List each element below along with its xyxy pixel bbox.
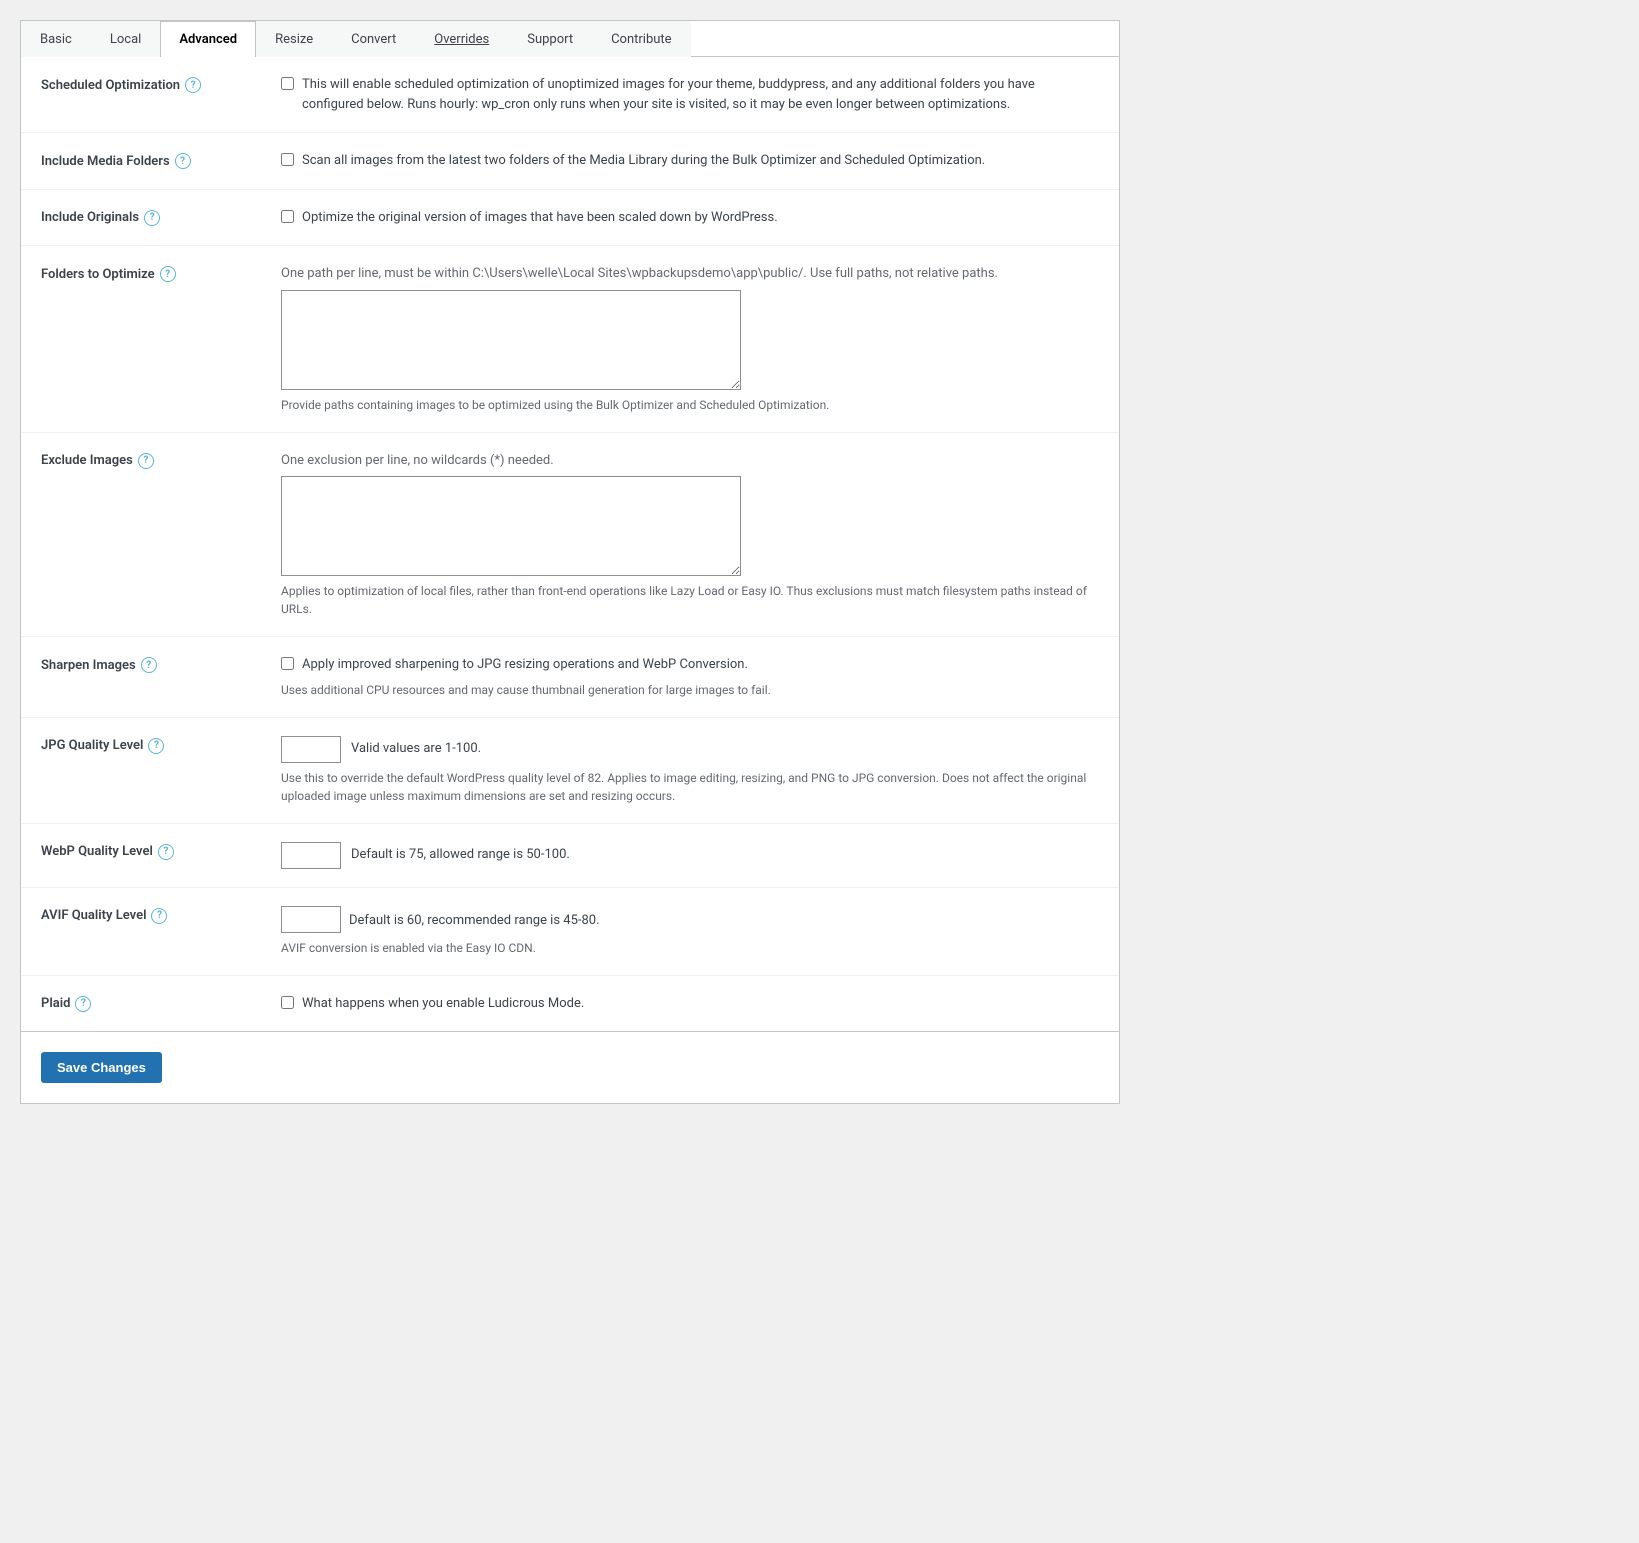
label-text-exclude-images: Exclude Images <box>41 453 133 468</box>
setting-row-exclude-images: Exclude Images? One exclusion per line, n… <box>21 433 1119 638</box>
tab-overrides[interactable]: Overrides <box>415 21 508 57</box>
settings-body: Scheduled Optimization? This will enable … <box>21 57 1119 1031</box>
label-text-include-originals: Include Originals <box>41 210 139 225</box>
setting-label-exclude-images: Exclude Images? <box>41 451 261 469</box>
help-icon-include-originals[interactable]: ? <box>144 210 160 226</box>
inline-desc-webp-quality-level: Default is 75, allowed range is 50-100. <box>351 845 570 865</box>
help-icon-folders-to-optimize[interactable]: ? <box>160 266 176 282</box>
setting-label-plaid: Plaid? <box>41 994 261 1012</box>
setting-label-avif-quality-level: AVIF Quality Level? <box>41 906 261 924</box>
checkbox-include-originals[interactable] <box>281 210 294 223</box>
setting-label-webp-quality-level: WebP Quality Level? <box>41 842 261 860</box>
checkbox-scheduled-optimization[interactable] <box>281 77 294 90</box>
desc-include-originals: Optimize the original version of images … <box>302 208 778 228</box>
path-hint-exclude-images: One exclusion per line, no wildcards (*)… <box>281 451 1099 471</box>
checkbox-include-media-folders[interactable] <box>281 153 294 166</box>
tab-advanced[interactable]: Advanced <box>160 21 256 57</box>
inline-row-jpg-quality-level: Valid values are 1-100. <box>281 736 1099 763</box>
setting-content-include-originals: Optimize the original version of images … <box>281 208 1099 228</box>
tab-support[interactable]: Support <box>508 21 592 57</box>
help-icon-scheduled-optimization[interactable]: ? <box>185 77 201 93</box>
setting-content-folders-to-optimize: One path per line, must be within C:\Use… <box>281 264 1099 414</box>
hint-sharpen-images: Uses additional CPU resources and may ca… <box>281 681 1099 699</box>
hint-folders-to-optimize: Provide paths containing images to be op… <box>281 396 1099 414</box>
help-icon-plaid[interactable]: ? <box>75 996 91 1012</box>
help-icon-avif-quality-level[interactable]: ? <box>151 908 167 924</box>
desc-scheduled-optimization: This will enable scheduled optimization … <box>302 75 1099 114</box>
hint-avif-quality-level: AVIF conversion is enabled via the Easy … <box>281 939 1099 957</box>
setting-row-avif-quality-level: AVIF Quality Level? Default is 60, recomm… <box>21 888 1119 976</box>
tab-contribute[interactable]: Contribute <box>592 21 691 57</box>
label-text-avif-quality-level: AVIF Quality Level <box>41 908 146 923</box>
tab-local[interactable]: Local <box>91 21 160 57</box>
checkbox-row-include-originals: Optimize the original version of images … <box>281 208 1099 228</box>
setting-label-include-media-folders: Include Media Folders? <box>41 151 261 169</box>
setting-label-folders-to-optimize: Folders to Optimize? <box>41 264 261 282</box>
input-avif-quality-level[interactable] <box>281 906 341 933</box>
input-jpg-quality-level[interactable] <box>281 736 341 763</box>
label-text-jpg-quality-level: JPG Quality Level <box>41 738 143 753</box>
inline-desc-jpg-quality-level: Valid values are 1-100. <box>351 739 481 759</box>
setting-label-sharpen-images: Sharpen Images? <box>41 655 261 673</box>
setting-content-sharpen-images: Apply improved sharpening to JPG resizin… <box>281 655 1099 699</box>
footer-row: Save Changes <box>21 1031 1119 1103</box>
inline-desc-avif-quality-level: Default is 60, recommended range is 45-8… <box>349 913 600 928</box>
checkbox-plaid[interactable] <box>281 996 294 1009</box>
setting-row-sharpen-images: Sharpen Images? Apply improved sharpening… <box>21 637 1119 718</box>
tabs-bar: BasicLocalAdvancedResizeConvertOverrides… <box>21 21 1119 57</box>
avif-wrap: Default is 60, recommended range is 45-8… <box>281 906 1099 933</box>
tab-resize[interactable]: Resize <box>256 21 332 57</box>
setting-content-avif-quality-level: Default is 60, recommended range is 45-8… <box>281 906 1099 957</box>
checkbox-sharpen-images[interactable] <box>281 657 294 670</box>
hint-exclude-images: Applies to optimization of local files, … <box>281 582 1099 618</box>
desc-include-media-folders: Scan all images from the latest two fold… <box>302 151 985 171</box>
setting-row-jpg-quality-level: JPG Quality Level? Valid values are 1-100… <box>21 718 1119 824</box>
help-icon-sharpen-images[interactable]: ? <box>141 657 157 673</box>
checkbox-row-plaid: What happens when you enable Ludicrous M… <box>281 994 1099 1014</box>
setting-content-jpg-quality-level: Valid values are 1-100. Use this to overr… <box>281 736 1099 805</box>
help-icon-include-media-folders[interactable]: ? <box>175 153 191 169</box>
setting-label-include-originals: Include Originals? <box>41 208 261 226</box>
setting-content-webp-quality-level: Default is 75, allowed range is 50-100. <box>281 842 1099 869</box>
input-webp-quality-level[interactable] <box>281 842 341 869</box>
tab-basic[interactable]: Basic <box>21 21 91 57</box>
desc-sharpen-images: Apply improved sharpening to JPG resizin… <box>302 655 748 675</box>
textarea-exclude-images[interactable] <box>281 476 741 576</box>
checkbox-row-scheduled-optimization: This will enable scheduled optimization … <box>281 75 1099 114</box>
tab-convert[interactable]: Convert <box>332 21 415 57</box>
setting-content-exclude-images: One exclusion per line, no wildcards (*)… <box>281 451 1099 619</box>
textarea-folders-to-optimize[interactable] <box>281 290 741 390</box>
settings-page: BasicLocalAdvancedResizeConvertOverrides… <box>20 20 1120 1104</box>
path-hint-folders-to-optimize: One path per line, must be within C:\Use… <box>281 264 1099 284</box>
label-text-folders-to-optimize: Folders to Optimize <box>41 267 155 282</box>
setting-label-scheduled-optimization: Scheduled Optimization? <box>41 75 261 93</box>
checkbox-row-sharpen-images: Apply improved sharpening to JPG resizin… <box>281 655 1099 675</box>
desc-plaid: What happens when you enable Ludicrous M… <box>302 994 584 1014</box>
setting-row-include-media-folders: Include Media Folders? Scan all images fr… <box>21 133 1119 190</box>
setting-row-folders-to-optimize: Folders to Optimize? One path per line, m… <box>21 246 1119 433</box>
setting-row-include-originals: Include Originals? Optimize the original … <box>21 190 1119 247</box>
help-icon-exclude-images[interactable]: ? <box>138 453 154 469</box>
setting-content-scheduled-optimization: This will enable scheduled optimization … <box>281 75 1099 114</box>
label-text-plaid: Plaid <box>41 996 70 1011</box>
hint-jpg-quality-level: Use this to override the default WordPre… <box>281 769 1099 805</box>
checkbox-row-include-media-folders: Scan all images from the latest two fold… <box>281 151 1099 171</box>
inline-row-webp-quality-level: Default is 75, allowed range is 50-100. <box>281 842 1099 869</box>
label-text-webp-quality-level: WebP Quality Level <box>41 844 153 859</box>
label-text-scheduled-optimization: Scheduled Optimization <box>41 78 180 93</box>
setting-row-webp-quality-level: WebP Quality Level? Default is 75, allowe… <box>21 824 1119 888</box>
setting-content-include-media-folders: Scan all images from the latest two fold… <box>281 151 1099 171</box>
save-changes-button[interactable]: Save Changes <box>41 1052 162 1083</box>
setting-row-scheduled-optimization: Scheduled Optimization? This will enable … <box>21 57 1119 133</box>
label-text-include-media-folders: Include Media Folders <box>41 154 170 169</box>
setting-label-jpg-quality-level: JPG Quality Level? <box>41 736 261 754</box>
help-icon-jpg-quality-level[interactable]: ? <box>148 738 164 754</box>
setting-content-plaid: What happens when you enable Ludicrous M… <box>281 994 1099 1014</box>
help-icon-webp-quality-level[interactable]: ? <box>158 844 174 860</box>
label-text-sharpen-images: Sharpen Images <box>41 658 136 673</box>
setting-row-plaid: Plaid? What happens when you enable Ludic… <box>21 976 1119 1032</box>
